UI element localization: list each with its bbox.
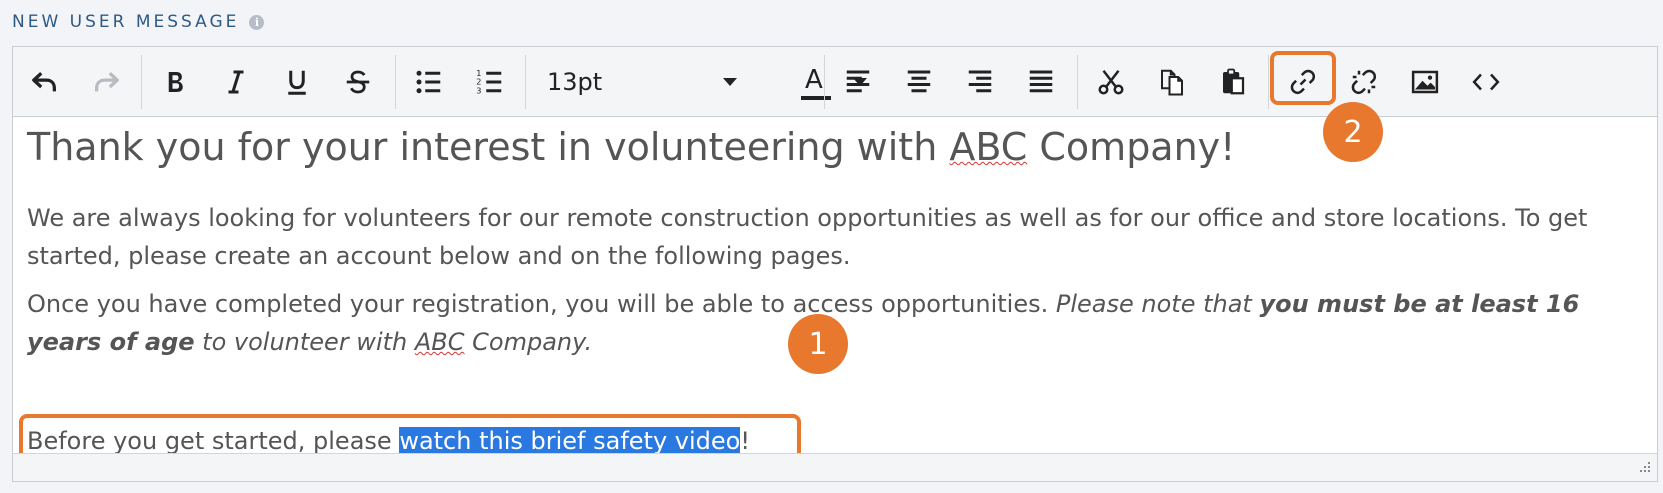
section-label-text: NEW USER MESSAGE (12, 12, 240, 32)
unlink-icon (1351, 69, 1377, 95)
image-icon (1411, 70, 1439, 94)
undo-button[interactable] (23, 61, 67, 103)
insert-image-button[interactable] (1403, 61, 1447, 103)
heading-text: Thank you for your interest in volunteer… (27, 125, 1236, 169)
code-icon (1472, 73, 1500, 91)
info-icon[interactable]: i (249, 14, 265, 30)
align-right-icon (968, 70, 992, 93)
paste-icon (1223, 68, 1245, 95)
toolbar-separator (141, 55, 142, 109)
toolbar-separator (525, 55, 526, 109)
align-left-icon (846, 70, 870, 93)
source-code-button[interactable] (1464, 61, 1508, 103)
italic-icon (228, 70, 244, 94)
redo-icon (95, 72, 119, 92)
strikethrough-button[interactable] (336, 61, 380, 103)
align-center-icon (907, 70, 931, 93)
redo-button[interactable] (84, 61, 128, 103)
rich-text-editor: 123 13pt A Thank you for your interest i… (12, 46, 1658, 482)
numbered-list-button[interactable]: 123 (468, 61, 512, 103)
chevron-down-icon (723, 78, 737, 86)
paste-button[interactable] (1211, 61, 1255, 103)
underline-button[interactable] (275, 61, 319, 103)
bold-button[interactable] (153, 61, 197, 103)
font-size-value: 13pt (547, 68, 603, 96)
paragraph-1: We are always looking for volunteers for… (27, 204, 1588, 270)
bold-icon (168, 72, 183, 92)
editor-content[interactable]: Thank you for your interest in volunteer… (13, 117, 1657, 468)
italic-button[interactable] (214, 61, 258, 103)
editor-statusbar (13, 453, 1657, 481)
toolbar-separator (395, 55, 396, 109)
align-center-button[interactable] (897, 61, 941, 103)
copy-icon (1161, 69, 1183, 96)
font-color-letter: A (805, 65, 823, 95)
justify-icon (1029, 70, 1053, 93)
p2-italic-3: Company. (472, 328, 593, 356)
toolbar-separator (1077, 55, 1078, 109)
bullet-list-button[interactable] (407, 61, 451, 103)
justify-button[interactable] (1019, 61, 1063, 103)
align-right-button[interactable] (958, 61, 1002, 103)
p2-italic-abc: ABC (414, 328, 465, 356)
strikethrough-icon (346, 70, 370, 94)
cut-icon (1098, 69, 1124, 95)
toolbar-separator (1268, 55, 1269, 109)
copy-button[interactable] (1150, 61, 1194, 103)
font-size-select[interactable]: 13pt (543, 61, 743, 103)
numbered-list-icon: 123 (476, 68, 502, 95)
font-color-swatch (801, 96, 831, 100)
callout-badge-1: 1 (788, 314, 848, 374)
editor-toolbar: 123 13pt A (13, 47, 1657, 117)
unlink-button[interactable] (1342, 61, 1386, 103)
p2-italic-2: to volunteer with (202, 328, 408, 356)
callout-badge-2: 2 (1323, 102, 1383, 162)
toolbar-separator (824, 55, 825, 109)
svg-text:3: 3 (476, 85, 481, 95)
p2-italic-1: Please note that (1055, 290, 1252, 318)
message-heading: Thank you for your interest in volunteer… (27, 125, 1235, 169)
section-label: NEW USER MESSAGE i (12, 12, 265, 32)
spellcheck-abc: ABC (949, 125, 1028, 169)
highlight-box-link-button (1270, 51, 1336, 105)
bullet-list-icon (416, 70, 441, 94)
cut-button[interactable] (1089, 61, 1133, 103)
align-left-button[interactable] (836, 61, 880, 103)
underline-icon (288, 70, 306, 95)
p2-text: Once you have completed your registratio… (27, 290, 1049, 318)
resize-handle-icon[interactable] (1637, 461, 1651, 475)
undo-icon (32, 72, 56, 92)
